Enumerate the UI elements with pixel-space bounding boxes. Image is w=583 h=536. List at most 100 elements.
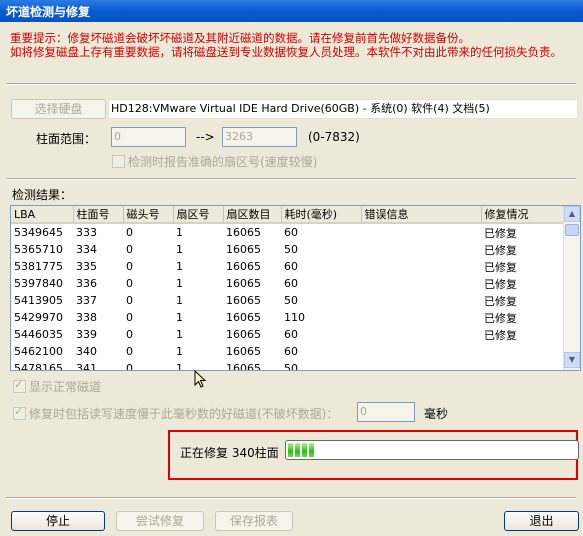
scroll-up-arrow-icon[interactable]: ▲ [564,206,580,222]
results-table[interactable]: LBA 柱面号 磁头号 扇区号 扇区数目 耗时(毫秒) 错误信息 修复情况 53… [10,205,581,371]
table-row[interactable]: 5397840 336 0 1 16065 60 已修复 [11,275,565,292]
progress-segment [295,443,300,457]
table-cell: 1 [176,226,183,239]
cylinder-range-label: 柱面范围： [36,132,97,146]
scroll-down-arrow-icon[interactable]: ▼ [564,352,580,368]
show-normal-checkbox[interactable] [13,378,26,393]
stop-button[interactable]: 停止 [11,511,105,531]
accurate-sector-label: 检测时报告准确的扇区号(速度较慢) [128,155,318,169]
table-cell: 1 [176,311,183,324]
column-header[interactable]: 错误信息 [361,206,482,224]
mouse-cursor-icon [194,370,207,388]
disk-name-field: HD128:VMware Virtual IDE Hard Drive(60GB… [108,99,578,119]
scroll-thumb[interactable] [565,224,579,236]
table-cell [361,258,481,275]
window-title: 坏道检测与修复 [6,5,91,19]
column-header[interactable]: 扇区号 [173,206,224,224]
progress-status: 正在修复 340柱面 [180,446,279,460]
table-cell: 16065 [226,328,261,341]
table-cell: 0 [126,260,133,273]
table-cell: 5381775 [14,260,63,273]
table-cell: 60 [284,226,298,239]
table-cell: 0 [126,243,133,256]
cylinder-from-input[interactable]: 0 [111,127,186,147]
table-cell: 已修复 [484,260,517,274]
table-cell: 337 [76,294,97,307]
range-arrow: --> [196,130,215,144]
select-disk-button[interactable]: 选择硬盘 [11,99,106,119]
table-cell: 336 [76,277,97,290]
table-row[interactable]: 5349645 333 0 1 16065 60 已修复 [11,223,565,241]
table-cell: 1 [176,260,183,273]
table-cell: 5397840 [14,277,63,290]
table-cell: 16065 [226,260,261,273]
show-normal-label: 显示正常磁道 [29,380,102,394]
table-cell: 5446035 [14,328,63,341]
table-row[interactable]: 5365710 334 0 1 16065 50 已修复 [11,241,565,258]
table-cell: 16065 [226,277,261,290]
table-cell [481,360,565,370]
table-cell [361,309,481,326]
table-cell: 16065 [226,226,261,239]
table-cell [361,223,481,241]
table-cell: 已修复 [484,311,517,325]
table-cell: 341 [76,362,97,371]
divider [6,83,576,85]
table-cell: 16065 [226,345,261,358]
table-cell [481,343,565,360]
column-header[interactable]: 修复情况 [481,206,566,224]
cylinder-to-input[interactable]: 3263 [222,127,297,147]
save-report-button[interactable]: 保存报表 [215,511,293,531]
table-cell: 339 [76,328,97,341]
table-row[interactable]: 5429970 338 0 1 16065 110 已修复 [11,309,565,326]
table-cell: 16065 [226,311,261,324]
table-header-row: LBA 柱面号 磁头号 扇区号 扇区数目 耗时(毫秒) 错误信息 修复情况 [11,206,566,224]
table-cell: 1 [176,328,183,341]
include-slow-checkbox[interactable] [13,405,26,420]
results-grid: LBA 柱面号 磁头号 扇区号 扇区数目 耗时(毫秒) 错误信息 修复情况 53… [11,206,566,371]
include-slow-label: 修复时包括读写速度慢于此毫秒数的好磁道(不破坏数据)： [29,407,339,421]
table-cell: 0 [126,311,133,324]
table-row[interactable]: 5381775 335 0 1 16065 60 已修复 [11,258,565,275]
table-cell: 338 [76,311,97,324]
column-header[interactable]: 扇区数目 [223,206,282,224]
table-cell: 340 [76,345,97,358]
table-cell: 5462100 [14,345,63,358]
table-cell [361,326,481,343]
table-cell: 1 [176,277,183,290]
table-row[interactable]: 5413905 337 0 1 16065 50 已修复 [11,292,565,309]
exit-button[interactable]: 退出 [504,511,579,531]
table-cell: 60 [284,328,298,341]
column-header[interactable]: LBA [11,206,74,224]
table-row[interactable]: 5462100 340 0 1 16065 60 [11,343,565,360]
table-cell: 334 [76,243,97,256]
accurate-sector-checkbox[interactable] [112,155,125,168]
table-cell: 60 [284,260,298,273]
divider [6,178,576,180]
table-cell: 已修复 [484,226,517,240]
vertical-scrollbar[interactable]: ▲ ▼ [563,206,580,370]
table-cell: 16065 [226,294,261,307]
try-repair-button[interactable]: 尝试修复 [116,511,204,531]
progress-fill [288,443,314,457]
column-header[interactable]: 柱面号 [73,206,124,224]
table-cell: 5365710 [14,243,63,256]
table-cell: 110 [284,311,305,324]
table-cell: 已修复 [484,277,517,291]
results-label: 检测结果： [12,188,73,202]
column-header[interactable]: 磁头号 [123,206,174,224]
slow-ms-input[interactable]: 0 [357,402,415,422]
table-cell: 1 [176,345,183,358]
table-cell: 5429970 [14,311,63,324]
progress-segment [288,443,293,457]
table-cell: 60 [284,277,298,290]
table-row[interactable]: 5478165 341 0 1 16065 50 [11,360,565,371]
table-cell: 已修复 [484,243,517,257]
column-header[interactable]: 耗时(毫秒) [281,206,362,224]
title-bar: 坏道检测与修复 [0,0,583,22]
table-cell: 0 [126,345,133,358]
table-row[interactable]: 5446035 339 0 1 16065 60 已修复 [11,326,565,343]
table-cell: 已修复 [484,294,517,308]
table-cell: 0 [126,328,133,341]
table-body: 5349645 333 0 1 16065 60 已修复 5365710 334 0 1 16065 5… [11,223,565,371]
